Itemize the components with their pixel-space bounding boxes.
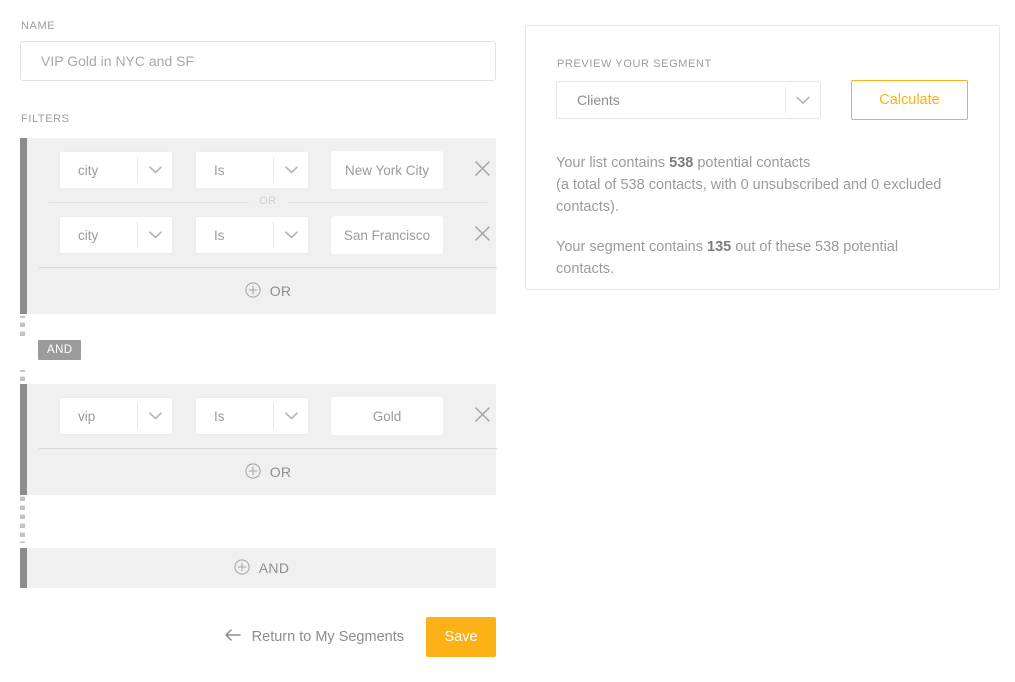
stats-line1-prefix: Your list contains bbox=[556, 155, 670, 171]
plus-circle-icon bbox=[234, 558, 250, 578]
chevron-down-icon bbox=[786, 96, 820, 105]
filter-group: vip Is Gold OR bbox=[20, 384, 497, 495]
audience-select-value: Clients bbox=[577, 92, 620, 108]
operator-select-value: Is bbox=[214, 408, 225, 424]
operator-select[interactable]: Is bbox=[195, 216, 309, 254]
name-label: NAME bbox=[21, 20, 56, 32]
chevron-down-icon bbox=[138, 231, 172, 239]
attribute-select[interactable]: vip bbox=[59, 397, 173, 435]
preview-controls: Clients Calculate bbox=[556, 80, 969, 120]
filter-condition-row: city Is bbox=[37, 203, 499, 267]
condition-value-input[interactable] bbox=[331, 216, 443, 254]
segment-form: NAME FILTERS city bbox=[20, 20, 497, 588]
form-actions: Return to My Segments Save bbox=[20, 617, 496, 657]
return-to-segments-link[interactable]: Return to My Segments bbox=[224, 629, 404, 645]
add-or-condition-button[interactable]: OR bbox=[39, 448, 497, 495]
condition-joiner-label: OR bbox=[249, 195, 287, 207]
preview-label: PREVIEW YOUR SEGMENT bbox=[557, 58, 712, 70]
filter-group: city Is New York City OR city Is San Fra… bbox=[20, 138, 497, 314]
potential-contacts-count: 538 bbox=[669, 155, 694, 171]
condition-list: city Is New York City OR city Is San Fra… bbox=[27, 138, 509, 267]
add-or-condition-button[interactable]: OR bbox=[39, 267, 497, 314]
attribute-select[interactable]: city bbox=[59, 216, 173, 254]
operator-select-value: Is bbox=[214, 227, 225, 243]
filter-condition-row: city Is bbox=[37, 138, 499, 202]
return-to-segments-label: Return to My Segments bbox=[251, 629, 404, 645]
remove-condition-button[interactable] bbox=[465, 153, 499, 187]
filter-group-body: vip Is Gold OR bbox=[27, 384, 509, 495]
group-joiner-tail bbox=[20, 495, 496, 548]
condition-list: vip Is bbox=[27, 384, 509, 448]
condition-value-input[interactable] bbox=[331, 397, 443, 435]
segment-name-input[interactable] bbox=[20, 41, 496, 81]
segment-contacts-count: 135 bbox=[707, 239, 732, 255]
add-and-group-body: AND bbox=[27, 548, 496, 588]
close-icon bbox=[474, 225, 491, 245]
segment-builder-page: NAME FILTERS city bbox=[0, 0, 1015, 682]
stats-line1-suffix: potential contacts bbox=[693, 155, 811, 171]
plus-circle-icon bbox=[245, 281, 261, 301]
condition-value-input[interactable] bbox=[331, 151, 443, 189]
joiner-dotted-line bbox=[20, 316, 27, 338]
stats-line-3: Your segment contains 135 out of these 5… bbox=[556, 236, 956, 280]
chevron-down-icon bbox=[274, 166, 308, 174]
add-or-label-wrap: OR bbox=[245, 281, 292, 301]
add-and-label-wrap: AND bbox=[234, 558, 290, 578]
close-icon bbox=[474, 160, 491, 180]
joiner-dotted-line bbox=[20, 495, 27, 543]
add-or-label-wrap: OR bbox=[245, 462, 292, 482]
filter-condition-row: vip Is bbox=[37, 384, 499, 448]
save-button[interactable]: Save bbox=[426, 617, 496, 657]
operator-select[interactable]: Is bbox=[195, 151, 309, 189]
stats-line-2: (a total of 538 contacts, with 0 unsubsc… bbox=[556, 177, 942, 215]
close-icon bbox=[474, 406, 491, 426]
attribute-select-value: city bbox=[78, 162, 99, 178]
preview-panel: PREVIEW YOUR SEGMENT Clients Calculate Y… bbox=[525, 25, 1000, 290]
chevron-down-icon bbox=[138, 412, 172, 420]
attribute-select-value: vip bbox=[78, 408, 96, 424]
operator-select[interactable]: Is bbox=[195, 397, 309, 435]
add-or-label: OR bbox=[269, 283, 292, 299]
add-and-label: AND bbox=[258, 560, 290, 576]
plus-circle-icon bbox=[245, 462, 261, 482]
group-joiner: AND bbox=[20, 314, 496, 392]
condition-joiner-divider: OR bbox=[49, 195, 487, 207]
group-joiner-badge[interactable]: AND bbox=[38, 340, 82, 360]
stats-line-1: Your list contains 538 potential contact… bbox=[556, 152, 956, 174]
remove-condition-button[interactable] bbox=[465, 218, 499, 252]
operator-select-value: Is bbox=[214, 162, 225, 178]
add-or-label: OR bbox=[269, 464, 292, 480]
group-accent-bar bbox=[20, 384, 27, 495]
attribute-select-value: city bbox=[78, 227, 99, 243]
add-and-group-button[interactable]: AND bbox=[20, 548, 496, 588]
chevron-down-icon bbox=[274, 231, 308, 239]
chevron-down-icon bbox=[138, 166, 172, 174]
filter-tree: city Is New York City OR city Is San Fra… bbox=[20, 138, 497, 588]
chevron-down-icon bbox=[274, 412, 308, 420]
audience-select[interactable]: Clients bbox=[556, 81, 821, 119]
stats-line3-prefix: Your segment contains bbox=[556, 239, 708, 255]
filters-label: FILTERS bbox=[21, 113, 70, 125]
segment-stats: Your list contains 538 potential contact… bbox=[556, 152, 956, 280]
calculate-button[interactable]: Calculate bbox=[851, 80, 968, 120]
arrow-left-icon bbox=[224, 629, 241, 645]
remove-condition-button[interactable] bbox=[465, 399, 499, 433]
group-accent-bar bbox=[20, 548, 27, 588]
filter-group-body: city Is New York City OR city Is San Fra… bbox=[27, 138, 509, 314]
group-accent-bar bbox=[20, 138, 27, 314]
attribute-select[interactable]: city bbox=[59, 151, 173, 189]
